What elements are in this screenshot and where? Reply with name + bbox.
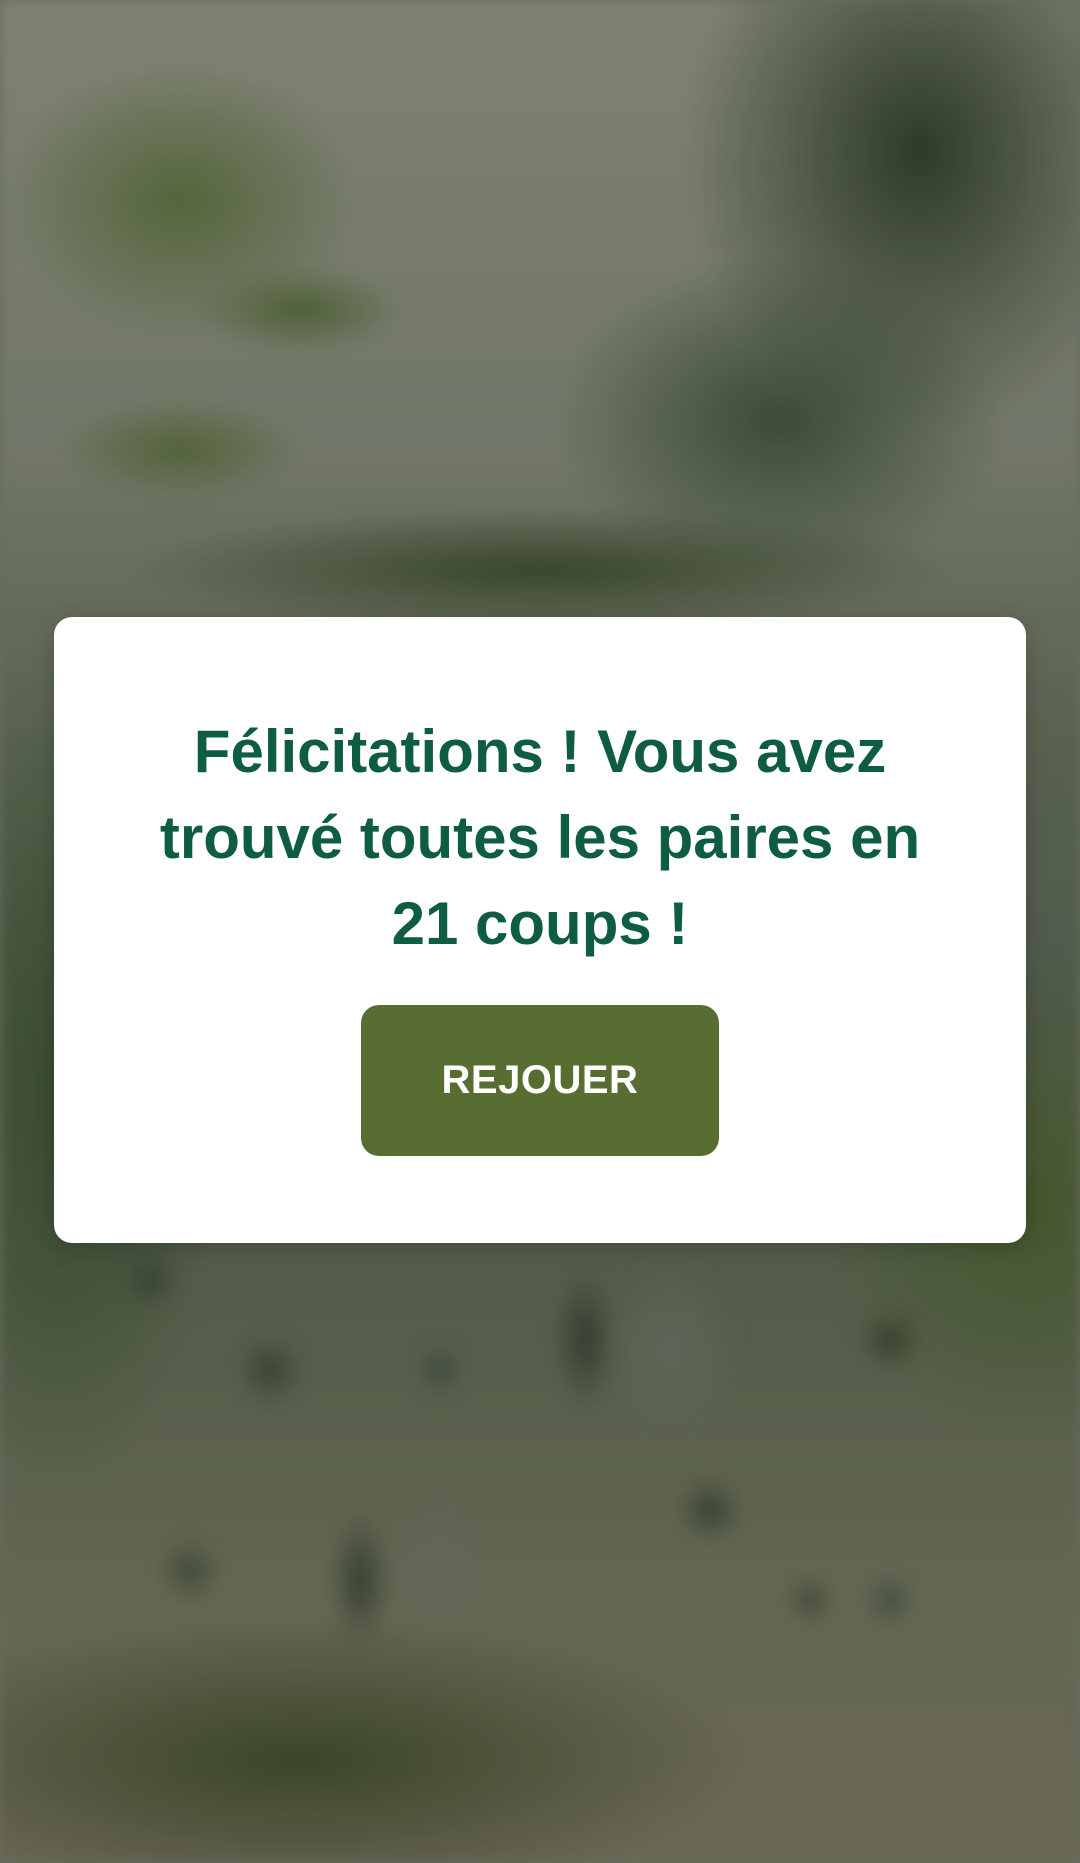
replay-button[interactable]: REJOUER <box>361 1005 719 1156</box>
victory-message: Félicitations ! Vous avez trouvé toutes … <box>159 718 921 957</box>
game-screen: Félicitations ! Vous avez trouvé toutes … <box>0 0 1080 1863</box>
victory-dialog: Félicitations ! Vous avez trouvé toutes … <box>54 617 1026 1243</box>
